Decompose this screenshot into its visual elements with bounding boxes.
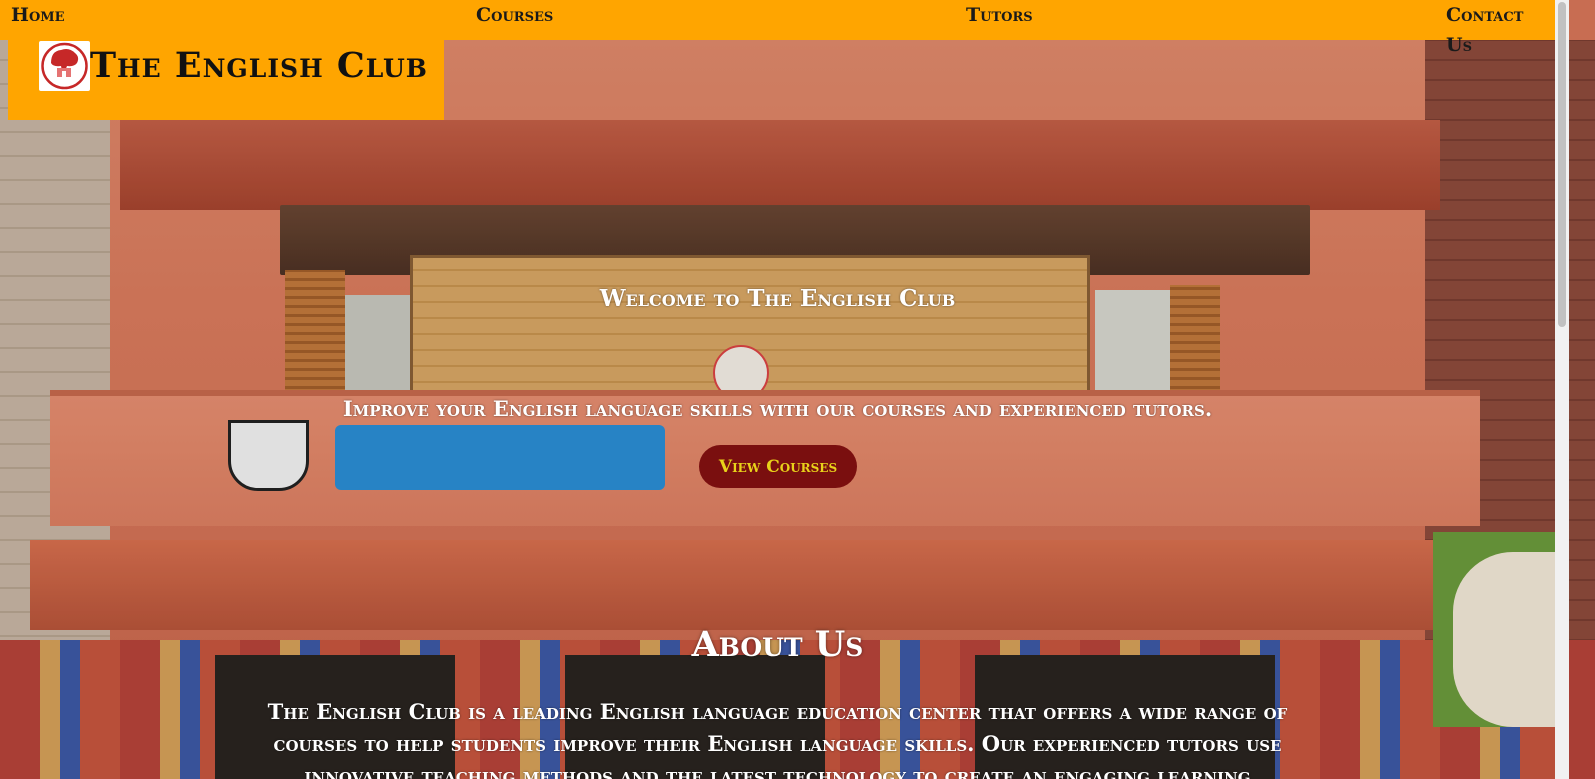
- about-us-text: The English Club is a leading English la…: [267, 699, 1288, 779]
- nav-link-tutors[interactable]: Tutors: [966, 0, 1033, 30]
- page-scrollbar[interactable]: [1555, 0, 1569, 779]
- nav-link-courses[interactable]: Courses: [476, 0, 553, 30]
- brand-header: The English Club: [8, 40, 444, 120]
- english-club-logo-icon[interactable]: [39, 41, 90, 91]
- nav-link-home[interactable]: Home: [11, 0, 65, 30]
- about-us-heading: About Us: [691, 624, 864, 665]
- scrollbar-thumb[interactable]: [1558, 2, 1566, 327]
- hero-subtitle: Improve your English language skills wit…: [342, 396, 1213, 421]
- hero-title: Welcome to The English Club: [599, 285, 956, 312]
- top-navbar: Home Courses Tutors Contact Us: [0, 0, 1555, 56]
- brand-title[interactable]: The English Club: [90, 46, 428, 86]
- view-courses-button[interactable]: View Courses: [699, 445, 857, 488]
- nav-link-contact-us[interactable]: Contact Us: [1446, 0, 1555, 56]
